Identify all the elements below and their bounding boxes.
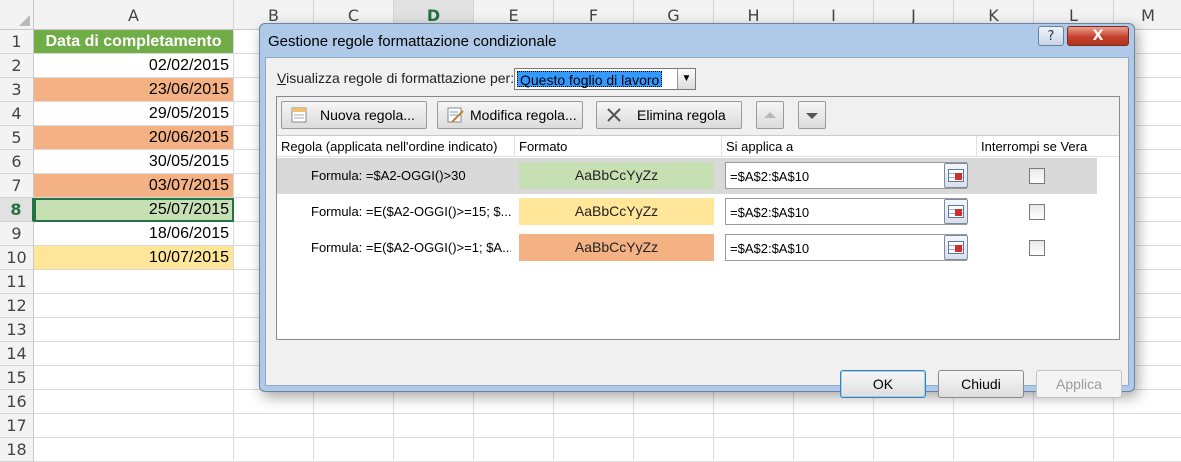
- col-format-header[interactable]: Formato: [515, 136, 722, 157]
- date-cell[interactable]: 29/05/2015: [34, 102, 234, 126]
- help-button[interactable]: ?: [1038, 26, 1064, 46]
- delete-rule-label: Elimina regola: [637, 107, 726, 123]
- rule-formula: Formula: =E($A2-OGGI()>=15; $...: [311, 204, 511, 219]
- applies-to-value: =$A$2:$A$10: [730, 169, 810, 184]
- row-header-14[interactable]: 14: [0, 342, 34, 366]
- rules-scope-value: Questo foglio di lavoro: [517, 71, 663, 88]
- applies-to-value: =$A$2:$A$10: [730, 241, 810, 256]
- row-header-3[interactable]: 3: [0, 78, 34, 102]
- delete-rule-button[interactable]: Elimina regola: [596, 101, 742, 129]
- row-header-11[interactable]: 11: [0, 270, 34, 294]
- grid-row: [34, 438, 1181, 462]
- rules-toolbar: Nuova regola... Modifica regola... Elimi…: [277, 97, 1119, 135]
- dialog-title: Gestione regole formattazione condiziona…: [268, 33, 557, 50]
- edit-rule-icon: [447, 107, 464, 123]
- rules-table-header: Regola (applicata nell'ordine indicato) …: [277, 135, 1119, 157]
- row-header-10[interactable]: 10: [0, 246, 34, 270]
- move-up-button[interactable]: [756, 101, 784, 129]
- column-header-a[interactable]: A: [34, 0, 234, 30]
- stop-if-true-checkbox[interactable]: [1029, 240, 1045, 256]
- format-preview: AaBbCcYyZz: [519, 198, 714, 225]
- rule-row[interactable]: Formula: =$A2-OGGI()>30 AaBbCcYyZz =$A$2:$…: [277, 158, 1097, 194]
- move-down-button[interactable]: [798, 101, 826, 129]
- select-all-corner[interactable]: [0, 0, 34, 30]
- stop-if-true-checkbox[interactable]: [1029, 168, 1045, 184]
- new-rule-icon: [291, 107, 307, 123]
- format-preview: AaBbCcYyZz: [519, 234, 714, 261]
- row-header-4[interactable]: 4: [0, 102, 34, 126]
- date-cell[interactable]: 18/06/2015: [34, 222, 234, 246]
- range-mark-glyph: [955, 245, 962, 252]
- conditional-formatting-dialog: Gestione regole formattazione condiziona…: [259, 23, 1135, 398]
- range-mark-glyph: [955, 209, 962, 216]
- date-cell[interactable]: 23/06/2015: [34, 78, 234, 102]
- delete-x-icon: [607, 108, 621, 122]
- ok-button[interactable]: OK: [840, 370, 926, 398]
- row-header-7[interactable]: 7: [0, 174, 34, 198]
- chevron-down-icon[interactable]: ▼: [677, 69, 695, 89]
- date-cell[interactable]: 03/07/2015: [34, 174, 234, 198]
- col-stop-header[interactable]: Interrompi se Vera: [977, 136, 1097, 157]
- arrow-down-icon: [806, 113, 818, 119]
- rule-row[interactable]: Formula: =E($A2-OGGI()>=1; $A... AaBbCcYy…: [277, 230, 1097, 266]
- rules-panel: Nuova regola... Modifica regola... Elimi…: [276, 96, 1120, 340]
- format-preview: AaBbCcYyZz: [519, 162, 714, 189]
- range-picker-icon[interactable]: [944, 235, 968, 260]
- stop-if-true-checkbox[interactable]: [1029, 204, 1045, 220]
- grid-row: [34, 414, 1181, 438]
- applies-to-field[interactable]: =$A$2:$A$10: [725, 198, 967, 225]
- range-picker-icon[interactable]: [944, 163, 968, 188]
- edit-rule-label: Modifica regola...: [470, 107, 577, 123]
- row-header-9[interactable]: 9: [0, 222, 34, 246]
- range-picker-icon[interactable]: [944, 199, 968, 224]
- new-rule-button[interactable]: Nuova regola...: [281, 101, 427, 129]
- date-cell[interactable]: 02/02/2015: [34, 54, 234, 78]
- show-rules-accel: V: [277, 70, 287, 86]
- range-mark-glyph: [955, 173, 962, 180]
- row-header-13[interactable]: 13: [0, 318, 34, 342]
- rule-formula: Formula: =$A2-OGGI()>30: [311, 168, 466, 183]
- applies-to-value: =$A$2:$A$10: [730, 205, 810, 220]
- date-cell[interactable]: 30/05/2015: [34, 150, 234, 174]
- applies-to-field[interactable]: =$A$2:$A$10: [725, 234, 967, 261]
- row-header-8[interactable]: 8: [0, 198, 34, 222]
- row-header-16[interactable]: 16: [0, 390, 34, 414]
- arrow-up-icon: [764, 112, 776, 118]
- row-header-1[interactable]: 1: [0, 30, 34, 54]
- applies-to-field[interactable]: =$A$2:$A$10: [725, 162, 967, 189]
- col-applies-header[interactable]: Si applica a: [722, 136, 977, 157]
- cell-a1-header[interactable]: Data di completamento: [34, 30, 234, 54]
- date-cell[interactable]: 10/07/2015: [34, 246, 234, 270]
- show-rules-label: Visualizza regole di formattazione per:: [277, 70, 514, 86]
- close-window-button[interactable]: X: [1067, 26, 1129, 46]
- row-header-18[interactable]: 18: [0, 438, 34, 462]
- row-header-12[interactable]: 12: [0, 294, 34, 318]
- new-rule-label: Nuova regola...: [320, 107, 415, 123]
- dialog-body: Visualizza regole di formattazione per: …: [265, 57, 1129, 398]
- rule-formula: Formula: =E($A2-OGGI()>=1; $A...: [311, 240, 511, 255]
- row-header-2[interactable]: 2: [0, 54, 34, 78]
- col-rule-header[interactable]: Regola (applicata nell'ordine indicato): [277, 136, 515, 157]
- edit-rule-button[interactable]: Modifica regola...: [437, 101, 583, 129]
- row-header-5[interactable]: 5: [0, 126, 34, 150]
- close-button[interactable]: Chiudi: [938, 370, 1024, 398]
- date-cell[interactable]: 25/07/2015: [34, 198, 234, 222]
- row-header-15[interactable]: 15: [0, 366, 34, 390]
- apply-button: Applica: [1036, 370, 1122, 398]
- row-header-17[interactable]: 17: [0, 414, 34, 438]
- rules-scope-dropdown[interactable]: Questo foglio di lavoro ▼: [514, 68, 696, 90]
- date-cell[interactable]: 20/06/2015: [34, 126, 234, 150]
- rule-row[interactable]: Formula: =E($A2-OGGI()>=15; $... AaBbCcYy…: [277, 194, 1097, 230]
- show-rules-text: isualizza regole di formattazione per:: [286, 70, 515, 86]
- row-header-6[interactable]: 6: [0, 150, 34, 174]
